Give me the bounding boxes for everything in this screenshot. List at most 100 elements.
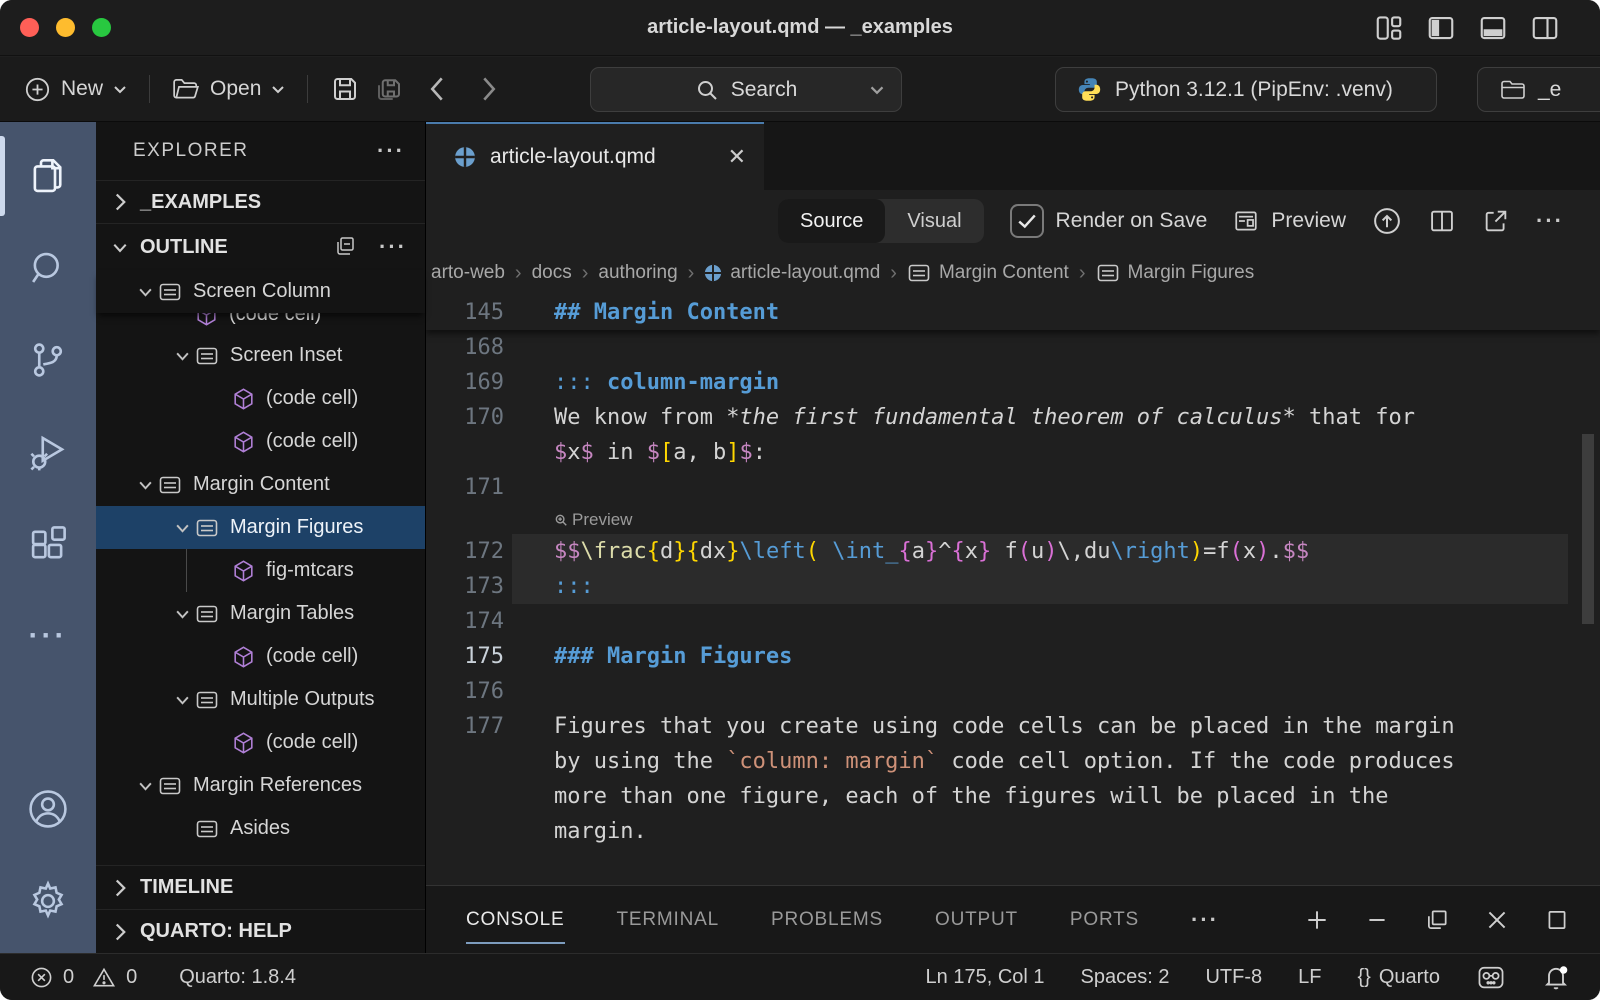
outline-item-code-cell[interactable]: (code cell) xyxy=(96,721,425,764)
preview-button[interactable]: Preview xyxy=(1233,208,1346,234)
activitybar-settings[interactable] xyxy=(0,855,96,947)
global-search-box[interactable]: Search xyxy=(590,67,902,112)
breadcrumb-item[interactable]: Margin Figures xyxy=(1096,262,1255,284)
line-number: 173 xyxy=(426,574,504,599)
math-preview-lens[interactable]: Preview xyxy=(426,505,1600,534)
indentation-status[interactable]: Spaces: 2 xyxy=(1081,966,1170,989)
panel-tab-problems[interactable]: PROBLEMS xyxy=(771,886,883,953)
zoom-window-button[interactable] xyxy=(92,18,111,37)
debug-icon xyxy=(27,431,69,473)
chevron-down-icon xyxy=(169,522,195,534)
toggle-right-sidebar-icon[interactable] xyxy=(1530,13,1560,43)
save-all-icon[interactable] xyxy=(374,74,404,104)
new-console-icon[interactable] xyxy=(1304,907,1330,933)
new-button[interactable]: New xyxy=(24,76,127,103)
breadcrumb-item[interactable]: Margin Content xyxy=(907,262,1069,284)
collapse-all-icon[interactable] xyxy=(333,234,357,260)
eol-status[interactable]: LF xyxy=(1298,966,1321,989)
panel-tab-console[interactable]: CONSOLE xyxy=(466,886,565,953)
code-text: by using the `column: margin` code cell … xyxy=(554,749,1455,774)
source-mode-button[interactable]: Source xyxy=(778,199,885,243)
code-text: $x$ in $[a, b]$: xyxy=(554,440,766,465)
quarto-version-status[interactable]: Quarto: 1.8.4 xyxy=(179,966,296,989)
visual-mode-button[interactable]: Visual xyxy=(885,199,983,243)
activitybar-explorer[interactable] xyxy=(0,130,96,222)
activitybar-search[interactable] xyxy=(0,222,96,314)
save-icon[interactable] xyxy=(330,74,360,104)
assistant-icon[interactable] xyxy=(1476,963,1506,991)
split-editor-icon[interactable] xyxy=(1428,207,1456,235)
activitybar-extensions[interactable] xyxy=(0,498,96,590)
customize-layout-icon[interactable] xyxy=(1374,13,1404,43)
outline-item-screen-column[interactable]: Screen Column xyxy=(96,270,425,313)
tabstrip: article-layout.qmd ✕ xyxy=(426,122,1600,190)
outline-item-code-cell[interactable]: (code cell) xyxy=(96,420,425,463)
close-tab-icon[interactable]: ✕ xyxy=(728,144,746,170)
minimize-panel-icon[interactable] xyxy=(1364,907,1390,933)
open-external-icon[interactable] xyxy=(1482,207,1510,235)
breadcrumb-item[interactable]: article-layout.qmd xyxy=(704,262,880,284)
navigate-back-icon[interactable] xyxy=(418,76,456,102)
more-actions-icon[interactable]: ··· xyxy=(377,138,405,164)
outline-item-asides[interactable]: Asides xyxy=(96,807,425,850)
breadcrumb-item[interactable]: authoring xyxy=(598,262,677,284)
maximize-panel-icon[interactable] xyxy=(1544,907,1570,933)
section-examples[interactable]: _EXAMPLES xyxy=(96,180,425,224)
outline-item-code-cell[interactable]: (code cell) xyxy=(96,313,425,334)
language-mode-status[interactable]: {}Quarto xyxy=(1357,966,1440,989)
activitybar-more[interactable]: ··· xyxy=(0,590,96,682)
chevron-down-icon xyxy=(169,608,195,620)
toggle-bottom-panel-icon[interactable] xyxy=(1478,13,1508,43)
outline-item-screen-inset[interactable]: Screen Inset xyxy=(96,334,425,377)
outline-item-label: (code cell) xyxy=(266,731,358,754)
editor-tab[interactable]: article-layout.qmd ✕ xyxy=(426,122,764,190)
sticky-scroll-line[interactable]: 145 ## Margin Content xyxy=(426,294,1600,330)
activitybar-source-control[interactable] xyxy=(0,314,96,406)
restore-panel-icon[interactable] xyxy=(1424,907,1450,933)
activitybar-account[interactable] xyxy=(0,763,96,855)
code-cell-icon xyxy=(232,430,255,454)
outline-item-code-cell[interactable]: (code cell) xyxy=(96,635,425,678)
more-actions-icon[interactable]: ··· xyxy=(1536,208,1564,234)
section-outline[interactable]: OUTLINE ··· xyxy=(96,224,425,270)
outline-item-margin-figures[interactable]: Margin Figures xyxy=(96,506,425,549)
checkbox-checked-icon[interactable] xyxy=(1010,204,1044,238)
activitybar-run-debug[interactable] xyxy=(0,406,96,498)
panel-tab-terminal[interactable]: TERMINAL xyxy=(617,886,719,953)
minimize-window-button[interactable] xyxy=(56,18,75,37)
panel-tab-output[interactable]: OUTPUT xyxy=(935,886,1018,953)
outline-item-fig-mtcars[interactable]: fig-mtcars xyxy=(96,549,425,592)
chevron-right-icon xyxy=(108,878,132,898)
breadcrumb-item[interactable]: docs xyxy=(532,262,572,284)
problems-status[interactable]: 0 0 xyxy=(30,966,137,989)
section-quarto-help[interactable]: QUARTO: HELP xyxy=(96,909,425,953)
navigate-forward-icon[interactable] xyxy=(470,76,508,102)
line-number: 145 xyxy=(426,300,504,325)
section-timeline[interactable]: TIMELINE xyxy=(96,865,425,909)
notifications-bell-icon[interactable] xyxy=(1542,963,1570,991)
toggle-left-sidebar-icon[interactable] xyxy=(1426,13,1456,43)
outline-item-margin-tables[interactable]: Margin Tables xyxy=(96,592,425,635)
panel-tabs-more[interactable]: ··· xyxy=(1191,886,1219,953)
code-editor[interactable]: 145 ## Margin Content 168169::: column-m… xyxy=(426,294,1600,885)
editor-scrollbar[interactable] xyxy=(1582,434,1594,624)
interpreter-selector[interactable]: Python 3.12.1 (PipEnv: .venv) xyxy=(1055,67,1437,112)
cursor-position-status[interactable]: Ln 175, Col 1 xyxy=(926,966,1045,989)
close-panel-icon[interactable] xyxy=(1484,907,1510,933)
breadcrumb-item[interactable]: arto-web xyxy=(431,262,505,284)
outline-item-margin-content[interactable]: Margin Content xyxy=(96,463,425,506)
panel-tab-ports[interactable]: PORTS xyxy=(1070,886,1139,953)
magnifier-icon xyxy=(554,513,568,527)
open-button[interactable]: Open xyxy=(172,77,285,101)
render-on-save-option[interactable]: Render on Save xyxy=(1010,204,1208,238)
publish-icon[interactable] xyxy=(1372,206,1402,236)
encoding-status[interactable]: UTF-8 xyxy=(1205,966,1262,989)
close-window-button[interactable] xyxy=(20,18,39,37)
editor-region: article-layout.qmd ✕ Source Visual Rende… xyxy=(425,122,1600,953)
divider xyxy=(307,75,308,103)
outline-item-multiple-outputs[interactable]: Multiple Outputs xyxy=(96,678,425,721)
outline-item-code-cell[interactable]: (code cell) xyxy=(96,377,425,420)
project-button[interactable]: _e xyxy=(1477,67,1600,112)
outline-item-margin-references[interactable]: Margin References xyxy=(96,764,425,807)
more-actions-icon[interactable]: ··· xyxy=(379,234,407,260)
